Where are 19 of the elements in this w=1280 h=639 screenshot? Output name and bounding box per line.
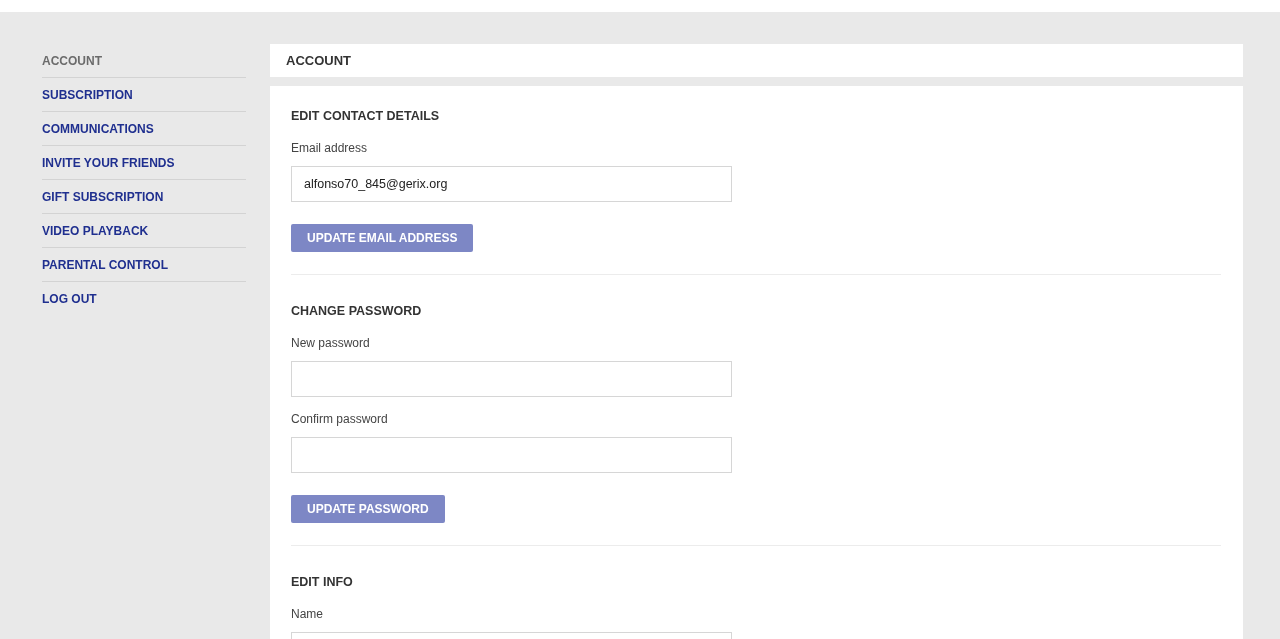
input-field[interactable]: alfonso70_845@gerix.org (291, 166, 732, 202)
section-title: CHANGE PASSWORD (291, 303, 422, 319)
field-label: Name (291, 606, 323, 622)
input-field[interactable] (291, 361, 732, 397)
sidebar-item[interactable]: ACCOUNT (42, 44, 246, 78)
sidebar-item[interactable]: SUBSCRIPTION (42, 78, 246, 112)
section-title: EDIT INFO (291, 574, 353, 590)
input-field[interactable] (291, 437, 732, 473)
field-label: Email address (291, 140, 368, 156)
sidebar-item[interactable]: VIDEO PLAYBACK (42, 214, 246, 248)
sidebar-item[interactable]: GIFT SUBSCRIPTION (42, 180, 246, 214)
sidebar-item[interactable]: PARENTAL CONTROL (42, 248, 246, 282)
sidebar-item[interactable]: COMMUNICATIONS (42, 112, 246, 146)
sidebar-item[interactable]: INVITE YOUR FRIENDS (42, 146, 246, 180)
field-label: Confirm password (291, 411, 388, 427)
section-title: EDIT CONTACT DETAILS (291, 108, 440, 124)
page-title: ACCOUNT (270, 44, 1243, 77)
field-label: New password (291, 335, 370, 351)
sidebar-item[interactable]: LOG OUT (42, 282, 246, 315)
